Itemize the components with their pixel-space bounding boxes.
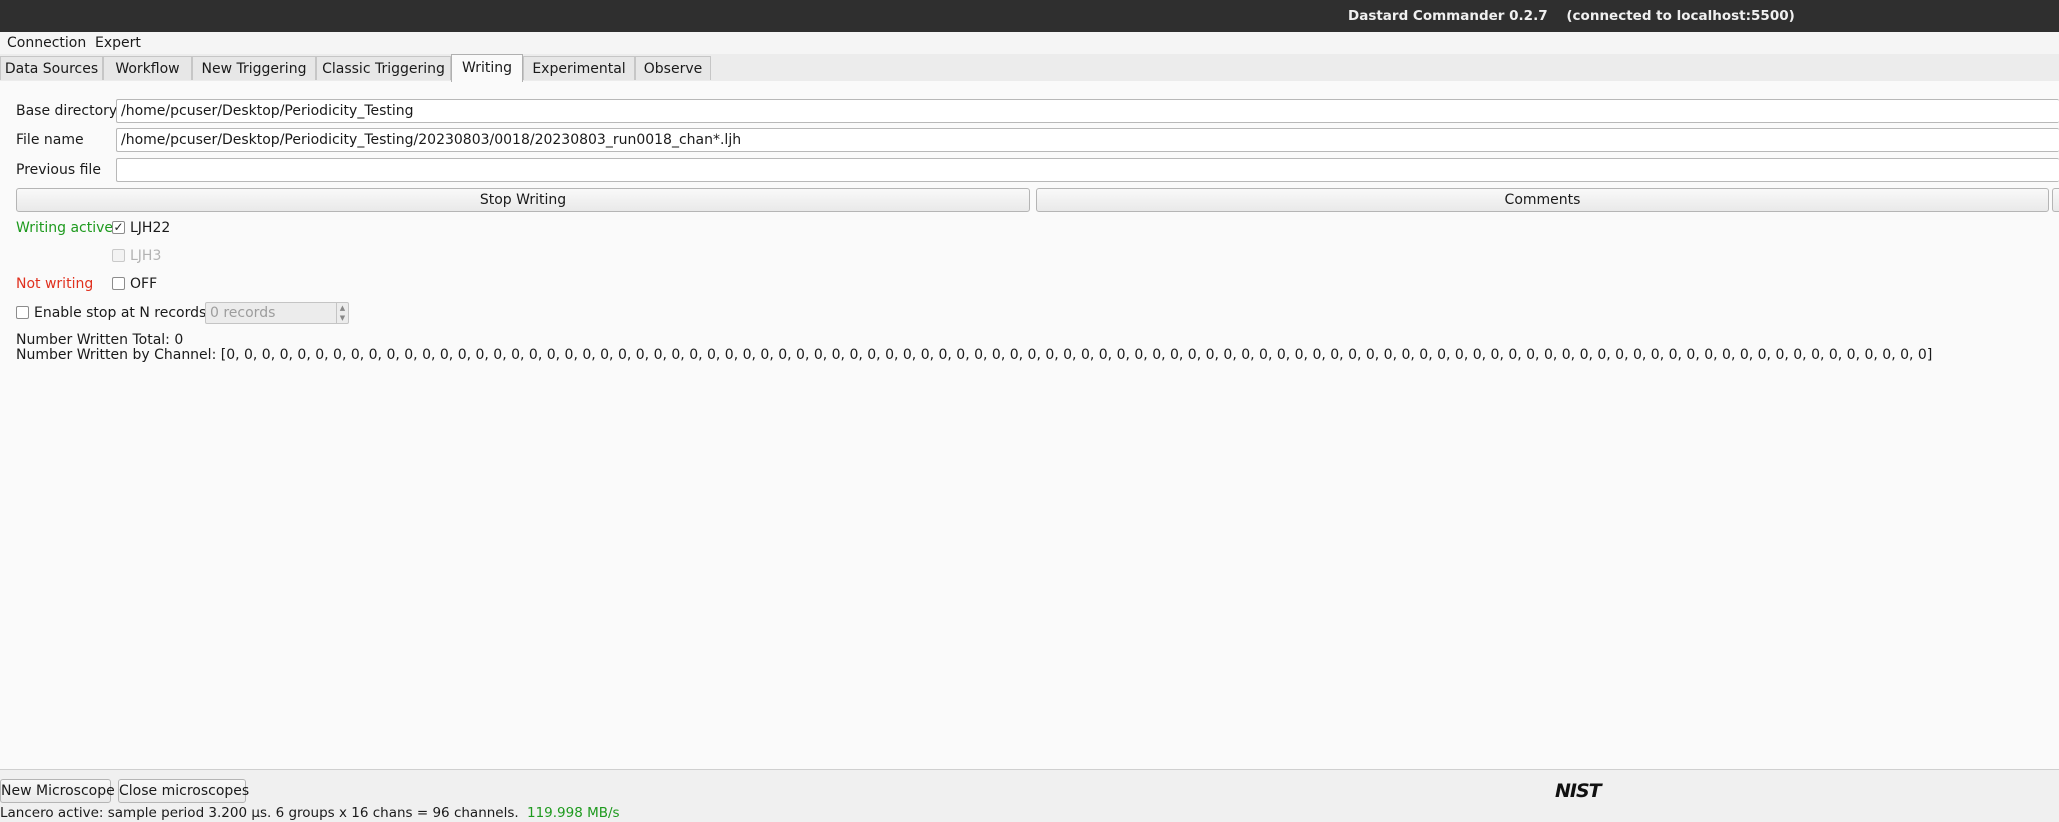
tab-workflow[interactable]: Workflow — [103, 56, 192, 80]
enable-stop-label[interactable]: Enable stop at N records — [34, 305, 206, 321]
tab-bar: Data Sources Workflow New Triggering Cla… — [0, 54, 2059, 82]
records-spinbox[interactable]: 0 records ▲ ▼ — [205, 302, 349, 324]
tab-writing[interactable]: Writing — [451, 54, 523, 82]
tab-observe[interactable]: Observe — [635, 56, 711, 80]
close-microscopes-button[interactable]: Close microscopes — [118, 779, 249, 803]
bottom-bar: New Microscope Close microscopes NIST La… — [0, 769, 2059, 822]
off-checkbox[interactable] — [112, 277, 125, 290]
status-text: Lancero active: sample period 3.200 µs. … — [0, 805, 519, 821]
tab-experimental[interactable]: Experimental — [523, 56, 635, 80]
base-directory-input[interactable] — [116, 99, 2059, 123]
tab-data-sources[interactable]: Data Sources — [0, 56, 103, 80]
number-written-by-channel: Number Written by Channel: [0, 0, 0, 0, … — [16, 347, 1933, 363]
number-written-total: Number Written Total: 0 — [16, 332, 184, 348]
file-name-label: File name — [16, 132, 84, 148]
menu-bar: Connection Expert — [0, 32, 2059, 55]
stop-writing-button[interactable]: Stop Writing — [16, 188, 1030, 212]
file-name-input[interactable] — [116, 128, 2059, 152]
comments-button[interactable]: Comments — [1036, 188, 2049, 212]
previous-file-input[interactable] — [116, 158, 2059, 182]
base-directory-label: Base directory — [16, 103, 118, 119]
status-line: Lancero active: sample period 3.200 µs. … — [0, 805, 620, 821]
menu-connection[interactable]: Connection — [7, 35, 86, 51]
window-titlebar: Dastard Commander 0.2.7 (connected to lo… — [0, 0, 2059, 32]
ljh3-checkbox[interactable] — [112, 249, 125, 262]
spin-arrows-icon[interactable]: ▲ ▼ — [336, 303, 348, 323]
writing-active-status: Writing active — [16, 220, 114, 236]
new-microscope-button[interactable]: New Microscope — [0, 779, 115, 803]
previous-file-label: Previous file — [16, 162, 101, 178]
off-label[interactable]: OFF — [130, 276, 157, 292]
not-writing-status: Not writing — [16, 276, 94, 292]
window-title: Dastard Commander 0.2.7 (connected to lo… — [1348, 8, 1795, 24]
tab-classic-triggering[interactable]: Classic Triggering — [316, 56, 451, 80]
ljh22-checkbox[interactable]: ✓ — [112, 221, 125, 234]
overflow-button-edge[interactable] — [2052, 188, 2059, 212]
menu-expert[interactable]: Expert — [95, 35, 141, 51]
tab-new-triggering[interactable]: New Triggering — [192, 56, 316, 80]
data-rate: 119.998 MB/s — [526, 805, 620, 821]
writing-panel — [0, 81, 2059, 769]
checkmark-icon: ✓ — [113, 220, 124, 234]
ljh3-label: LJH3 — [130, 248, 162, 264]
enable-stop-checkbox[interactable] — [16, 306, 29, 319]
ljh22-label[interactable]: LJH22 — [130, 220, 170, 236]
records-spinbox-text: 0 records — [210, 305, 276, 321]
nist-logo: NIST — [1555, 780, 1602, 802]
